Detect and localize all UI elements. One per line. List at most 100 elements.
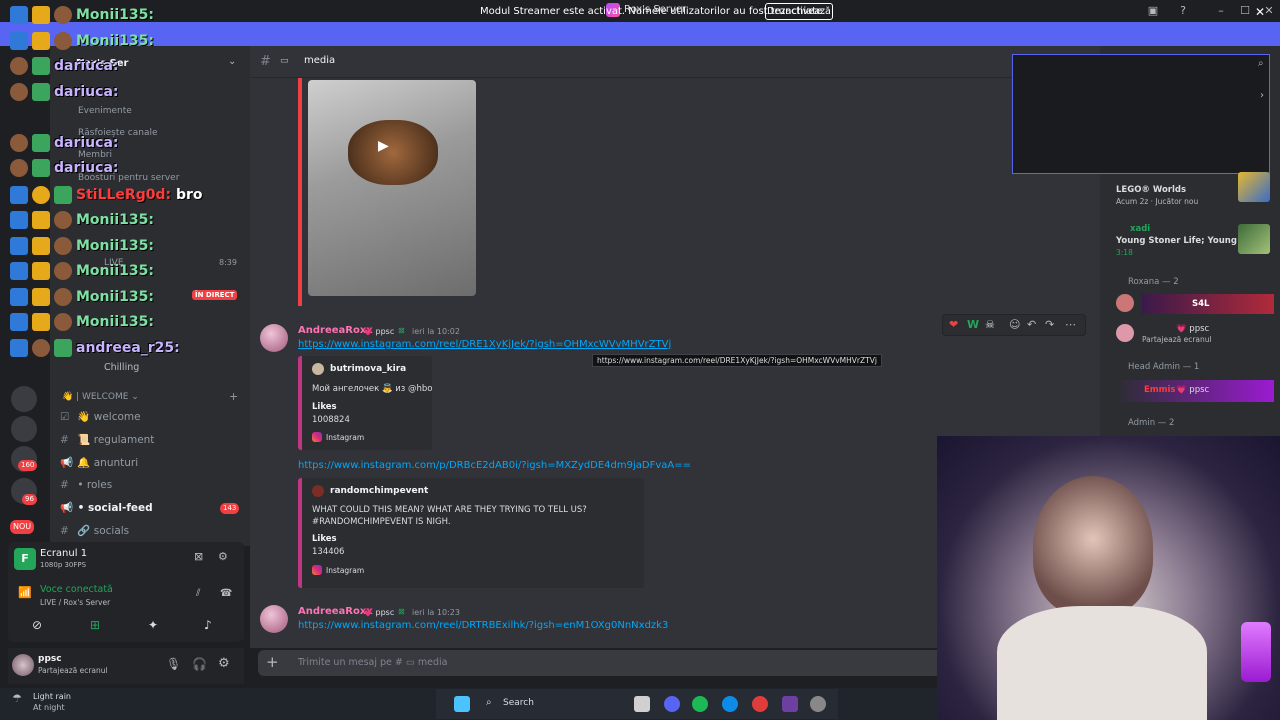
new-badge: NOU [10, 520, 35, 534]
w-reaction-icon[interactable]: W [967, 318, 979, 331]
badge-icon [32, 339, 50, 357]
badge-icon [54, 32, 72, 50]
overlay-user: StiLLeRg0d: [76, 187, 172, 203]
forward-icon[interactable]: ↷ [1045, 318, 1054, 331]
overlay-user: Monii135: [76, 7, 154, 23]
badge-icon [54, 6, 72, 24]
more-icon[interactable]: ⋯ [1065, 318, 1076, 331]
channel-roles[interactable]: # • roles [60, 479, 112, 499]
taskbar-search[interactable]: Search [503, 698, 534, 708]
member-panel: ⌕ › LEGO® Worlds Acum 2z · Jucător nou x… [1012, 46, 1280, 436]
file-explorer-icon[interactable] [634, 696, 650, 712]
help-icon[interactable]: ? [1174, 2, 1192, 20]
overlay-text: bro [175, 187, 203, 203]
noise-suppression-icon[interactable]: ⫽ [196, 588, 200, 599]
taskbar-apps: ⌕ Search [436, 689, 838, 719]
avatar[interactable] [260, 605, 288, 633]
channel-regulament[interactable]: # 📜 regulament [60, 433, 154, 453]
channel-anunturi[interactable]: 📢 🔔 anunturi [60, 456, 138, 476]
add-reaction-icon[interactable]: ☺ [1009, 318, 1020, 331]
sub-icon [54, 339, 72, 357]
minimize-button[interactable]: – [1212, 2, 1230, 20]
video-thumbnail[interactable]: ▶ [308, 80, 476, 296]
category-label: | WELCOME [76, 392, 129, 402]
avatar [312, 363, 324, 375]
overlay-message: Monii135: [10, 262, 154, 286]
message-link[interactable]: https://www.instagram.com/reel/DRE1XyKjJ… [298, 339, 671, 350]
member-name[interactable]: 💗 ppsc [1176, 324, 1209, 334]
member-name[interactable]: S4L [1192, 299, 1209, 309]
voice-location[interactable]: LIVE / Rox's Server [40, 598, 110, 607]
app-icon[interactable] [782, 696, 798, 712]
heart-icon[interactable]: ❤ [949, 318, 958, 331]
add-attachment-icon[interactable]: + [266, 653, 279, 671]
server-icon[interactable] [11, 416, 37, 442]
channel-label: socials [93, 525, 130, 537]
embed-field-value: 134406 [312, 547, 345, 557]
game-cover [1238, 172, 1270, 202]
headphones-icon[interactable]: 🎧 [192, 657, 207, 671]
channel-social-feed[interactable]: 📢 • social-feed [60, 501, 153, 521]
badge-icon [10, 57, 28, 75]
microphone-icon[interactable]: 🎙 [166, 657, 181, 671]
server-icon[interactable] [11, 386, 37, 412]
message-author[interactable]: AndreeaRoxx [298, 325, 373, 336]
gear-icon[interactable]: ⚙ [218, 656, 230, 671]
inbox-icon[interactable]: ▣ [1144, 2, 1162, 20]
overlay-message: Monii135: [10, 288, 154, 312]
activities-icon[interactable]: ✦ [148, 618, 158, 632]
spotify-icon[interactable] [692, 696, 708, 712]
search-icon[interactable]: ⌕ [486, 697, 492, 708]
embed-footer: Instagram [326, 566, 365, 575]
avatar[interactable] [12, 654, 34, 676]
windows-start-icon[interactable] [454, 696, 470, 712]
overlay-user: Monii135: [76, 212, 154, 228]
play-icon[interactable]: ▶ [378, 138, 389, 154]
channel-label: regulament [93, 434, 155, 446]
avatar [312, 485, 324, 497]
close-icon[interactable]: ✕ [1255, 5, 1265, 19]
discord-icon[interactable] [664, 696, 680, 712]
app-icon[interactable] [810, 696, 826, 712]
stream-settings-icon[interactable]: ⚙ [218, 550, 228, 563]
message-link[interactable]: https://www.instagram.com/reel/DRTRBExil… [298, 620, 668, 631]
channel-welcome[interactable]: ☑ 👋 welcome [60, 410, 141, 430]
message-author[interactable]: AndreeaRoxx [298, 606, 373, 617]
reply-icon[interactable]: ↶ [1027, 318, 1036, 331]
avatar[interactable] [260, 324, 288, 352]
lamp-light [1241, 622, 1271, 682]
share-screen-icon[interactable]: ⊞ [90, 618, 100, 632]
activity-user: xadi [1130, 224, 1151, 234]
camera-off-icon[interactable]: ⊘ [32, 618, 42, 632]
avatar[interactable] [1116, 294, 1134, 312]
disconnect-icon[interactable]: ☎ [220, 588, 232, 599]
avatar[interactable] [1116, 324, 1134, 342]
embed-author[interactable]: randomchimpevent [330, 486, 428, 496]
channel-socials[interactable]: # 🔗 socials [60, 524, 129, 544]
add-channel-icon[interactable]: + [229, 390, 238, 403]
overlay-message: dariuca: [10, 83, 118, 107]
badge-icon [54, 288, 72, 306]
media-icon: ▭ [280, 56, 289, 66]
hash-icon: # [60, 434, 69, 446]
mod-icon [10, 186, 28, 204]
maximize-button[interactable]: ☐ [1236, 2, 1254, 20]
category-welcome[interactable]: 👋 | WELCOME ⌄ [62, 392, 139, 402]
edge-icon[interactable] [722, 696, 738, 712]
soundboard-icon[interactable]: ♪ [204, 618, 212, 632]
disable-streamer-button[interactable]: Dezactivează [765, 3, 833, 20]
server-tag: 💗 ppsc [363, 327, 395, 336]
weather-condition[interactable]: Light rain [33, 692, 71, 701]
message-actions: ❤ W ☠ ☺ ↶ ↷ ⋯ [942, 314, 1086, 336]
message-link[interactable]: https://www.instagram.com/p/DRBcE2dAB0i/… [298, 460, 691, 471]
channel-title: media [304, 55, 336, 66]
stop-stream-icon[interactable]: ⊠ [194, 550, 203, 563]
skull-icon[interactable]: ☠ [985, 318, 995, 331]
stream-preview[interactable] [1012, 54, 1270, 174]
search-icon[interactable]: ⌕ [1258, 58, 1264, 69]
app-icon[interactable] [752, 696, 768, 712]
chevron-right-icon[interactable]: › [1260, 90, 1264, 101]
embed-author[interactable]: butrimova_kira [330, 364, 406, 374]
member-name[interactable]: Emmis [1144, 385, 1176, 395]
embed-footer: Instagram [326, 433, 365, 442]
